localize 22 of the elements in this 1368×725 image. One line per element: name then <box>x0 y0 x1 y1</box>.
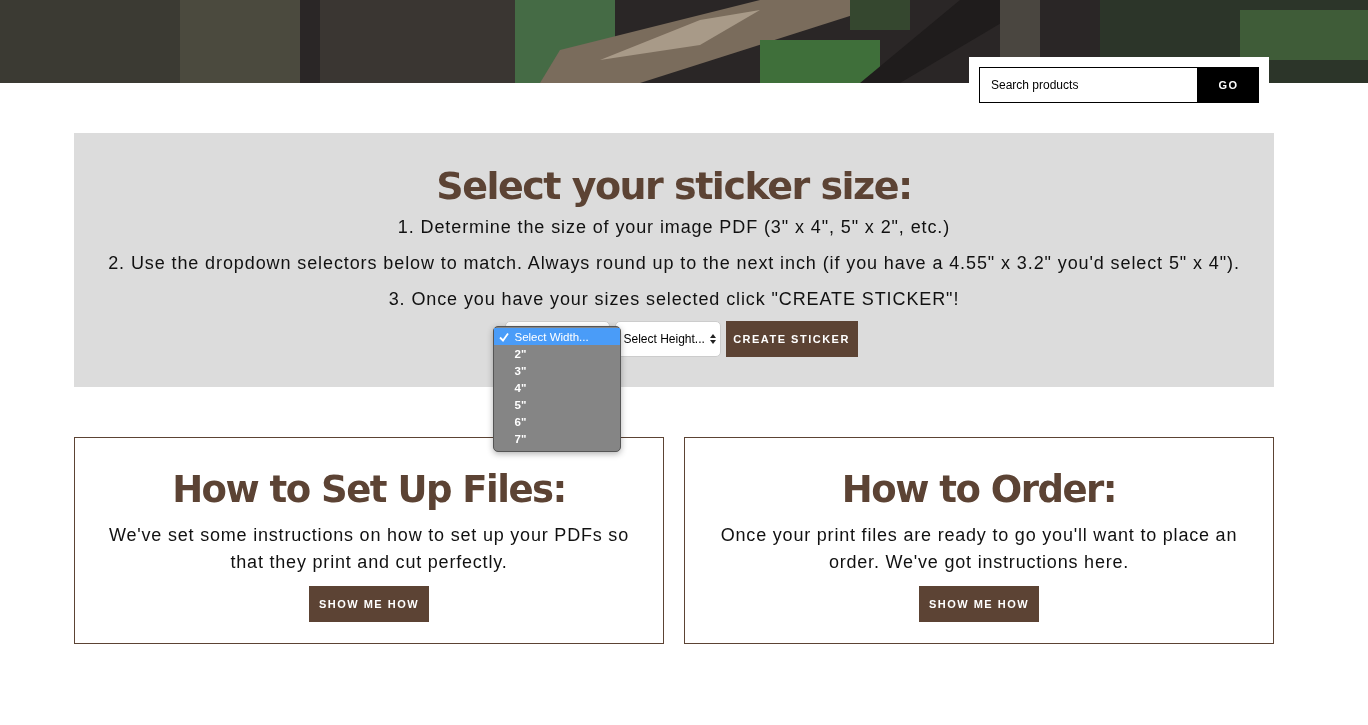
card-title: How to Order: <box>840 467 1118 513</box>
instruction-step: 3. Once you have your sizes selected click "CREATE STICKER"! <box>74 287 1274 311</box>
search-field[interactable]: Search products <box>979 67 1198 103</box>
checkmark-icon <box>498 331 509 342</box>
card-text: We've set some instructions on how to set up your PDFs so that they print and cut perfectly. <box>108 524 630 574</box>
instruction-step: 2. Use the dropdown selectors below to match. Always round up to the next inch (if you have a 4.55" x 3.2" you'd select 5" x 4"). <box>74 251 1274 275</box>
dropdown-option[interactable]: 6" <box>493 413 620 430</box>
height-select[interactable]: Select Height... <box>614 321 721 357</box>
dropdown-option[interactable]: 3" <box>493 362 620 379</box>
dropdown-option[interactable]: 5" <box>493 396 620 413</box>
section-title: Select your sticker size: <box>435 163 913 209</box>
dropdown-option[interactable]: 4" <box>493 379 620 396</box>
create-sticker-button[interactable]: CREATE STICKER <box>725 321 858 357</box>
show-me-how-button[interactable]: SHOW ME HOW <box>918 586 1040 622</box>
go-button[interactable]: GO <box>1198 67 1259 103</box>
dropdown-option[interactable]: Select Width... <box>493 328 620 345</box>
stepper-arrows-icon <box>709 334 716 344</box>
card-text: Once your print files are ready to go you'll want to place an order. We've got instructions here. <box>719 524 1239 574</box>
card-title: How to Set Up Files: <box>171 467 567 513</box>
dropdown-option[interactable]: 7" <box>493 430 620 447</box>
show-me-how-button[interactable]: SHOW ME HOW <box>308 586 430 622</box>
instruction-step: 1. Determine the size of your image PDF (3" x 4", 5" x 2", etc.) <box>74 215 1274 239</box>
